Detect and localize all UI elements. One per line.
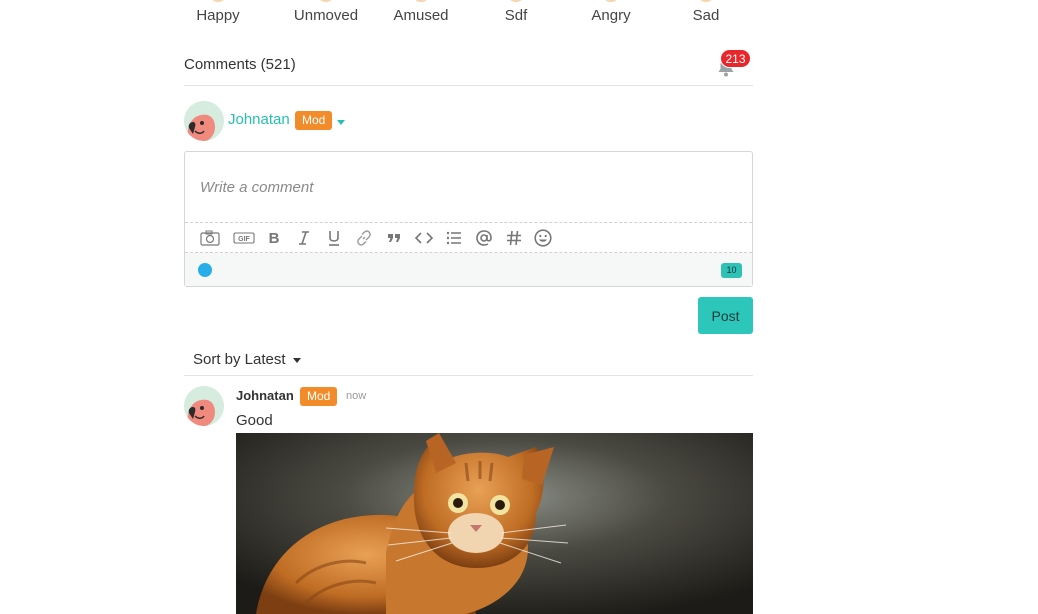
divider: [185, 222, 752, 223]
emoji-icon[interactable]: [530, 226, 556, 250]
comment-avatar[interactable]: [184, 386, 224, 426]
reaction-label: Sad: [692, 7, 720, 24]
current-user-name[interactable]: Johnatan: [228, 111, 290, 128]
editor-footer: 10: [185, 253, 752, 286]
sad-emoji-icon: [697, 0, 715, 2]
comment-editor: GIF B 10: [184, 151, 753, 287]
bold-icon[interactable]: B: [261, 226, 287, 250]
amused-emoji-icon: [412, 0, 430, 2]
link-icon[interactable]: [351, 226, 377, 250]
reaction-label: Happy: [196, 7, 240, 24]
sdf-emoji-icon: [507, 0, 525, 2]
unmoved-emoji-icon: [317, 0, 335, 2]
reaction-label: Amused: [393, 7, 449, 24]
comment-author[interactable]: Johnatan: [236, 388, 294, 403]
happy-emoji-icon: [209, 0, 227, 2]
comments-title: Comments (521): [184, 56, 296, 73]
avatar[interactable]: [184, 101, 224, 141]
mod-badge: Mod: [295, 111, 333, 130]
code-icon[interactable]: [411, 226, 437, 250]
mod-badge: Mod: [300, 387, 338, 406]
sort-dropdown[interactable]: Sort by Latest: [193, 351, 301, 368]
sort-label: Sort by Latest: [193, 351, 286, 368]
gif-icon[interactable]: GIF: [231, 226, 257, 250]
divider: [184, 85, 753, 86]
italic-icon[interactable]: [291, 226, 317, 250]
camera-icon[interactable]: [197, 226, 223, 250]
quote-icon[interactable]: [381, 226, 407, 250]
chevron-down-icon[interactable]: [337, 120, 345, 125]
mention-icon[interactable]: [471, 226, 497, 250]
comment-image-cat[interactable]: [236, 433, 753, 614]
underline-icon[interactable]: [321, 226, 347, 250]
reaction-label: Angry: [591, 7, 631, 24]
comment-text: Good: [236, 412, 273, 429]
char-count: 10: [721, 263, 742, 278]
caret-down-icon: [292, 357, 301, 363]
reactions-bar: Happy Unmoved Amused Sdf Angry Sad: [184, 0, 754, 30]
list-icon[interactable]: [441, 226, 467, 250]
comment-time: now: [346, 390, 367, 402]
divider: [184, 375, 753, 376]
reaction-label: Unmoved: [293, 7, 359, 24]
svg-text:GIF: GIF: [238, 236, 250, 243]
hashtag-icon[interactable]: [501, 226, 527, 250]
svg-text:B: B: [269, 230, 280, 246]
angry-emoji-icon: [602, 0, 620, 2]
comment-input[interactable]: [185, 152, 752, 222]
notification-badge: 213: [720, 49, 751, 68]
post-button[interactable]: Post: [698, 297, 753, 334]
reaction-label: Sdf: [504, 7, 528, 24]
status-indicator: [198, 263, 212, 277]
